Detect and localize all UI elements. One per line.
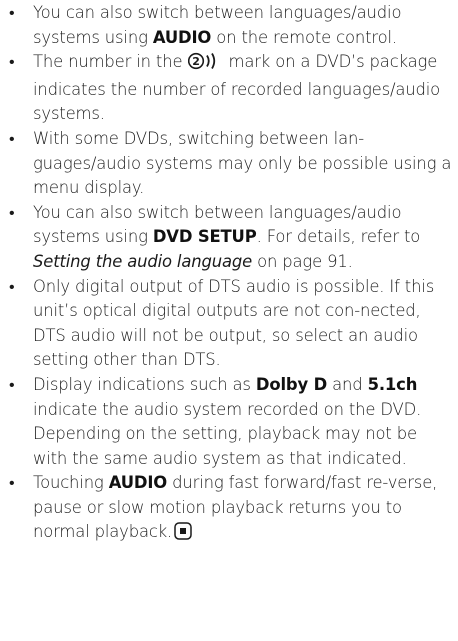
bold-term: AUDIO: [108, 473, 168, 493]
text: on the remote control.: [211, 27, 397, 47]
bold-term: AUDIO: [152, 27, 212, 47]
end-of-section-icon: [174, 522, 192, 548]
text: Only digital output of DTS audio is poss…: [33, 276, 435, 370]
mark-digit: 2: [193, 55, 201, 68]
bullet-dvd-setup: You can also switch between languages/au…: [8, 201, 454, 275]
bullet-list: You can also switch between languages/au…: [8, 1, 454, 548]
text: The number in the: [33, 52, 188, 72]
text: Display indications such as: [33, 374, 256, 394]
bullet-touching-audio: Touching AUDIO during fast forward/fast …: [8, 471, 454, 548]
cross-reference: Setting the audio language: [33, 251, 253, 271]
bullet-menu-display: With some DVDs, switching between lan-gu…: [8, 127, 454, 201]
text: . For details, refer to: [256, 227, 421, 247]
text: Touching: [33, 473, 109, 493]
audio-languages-mark-icon: 2: [188, 52, 222, 78]
bullet-audio-remote: You can also switch between languages/au…: [8, 1, 454, 50]
bold-term: DVD SETUP: [152, 227, 257, 247]
bold-term: Dolby D: [255, 374, 328, 394]
text: on page 91.: [252, 251, 353, 271]
manual-page: You can also switch between languages/au…: [0, 0, 458, 641]
text: With some DVDs, switching between lan-gu…: [33, 128, 452, 198]
text: indicate the audio system recorded on th…: [33, 399, 422, 468]
bullet-dts-output: Only digital output of DTS audio is poss…: [8, 275, 454, 373]
bullet-display-indications: Display indications such as Dolby D and …: [8, 373, 454, 471]
bold-term: 5.1ch: [367, 374, 418, 394]
bullet-audio-mark: The number in the 2 mark on a DVD’s pack…: [8, 50, 454, 127]
text: and: [327, 374, 368, 394]
